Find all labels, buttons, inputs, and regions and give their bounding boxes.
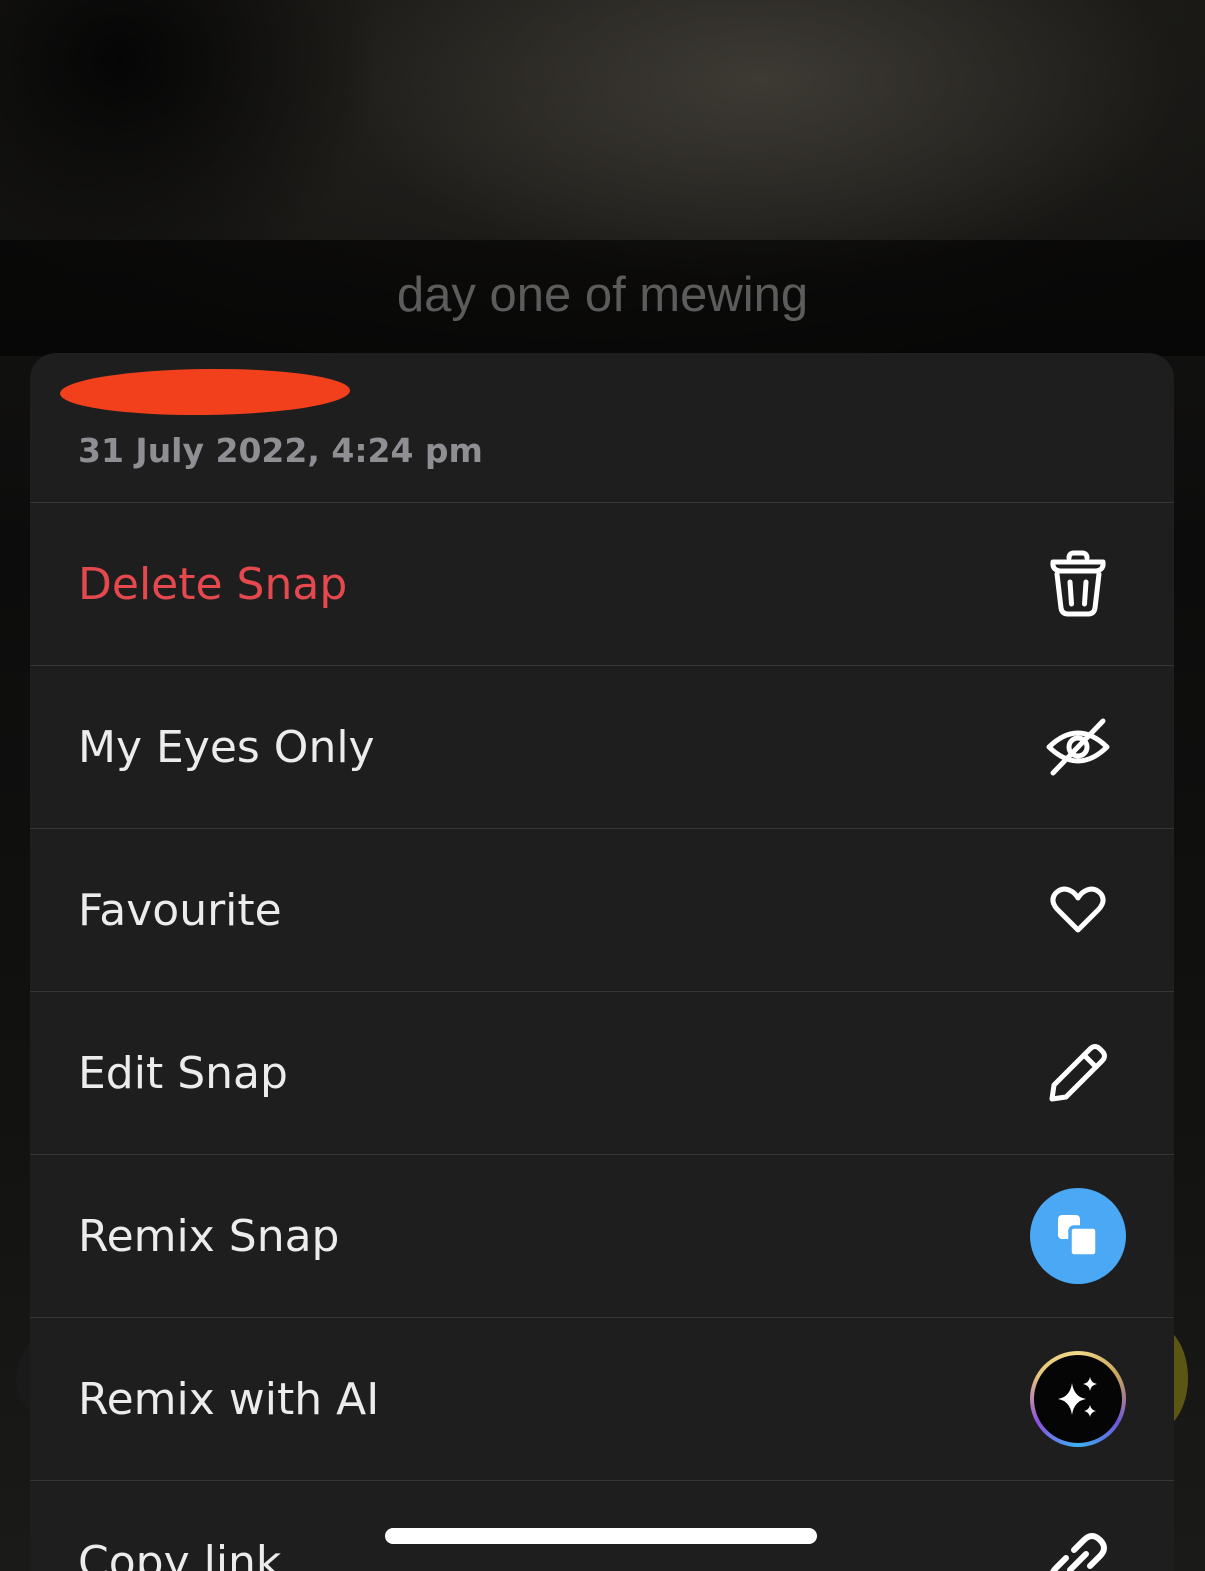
- my-eyes-only-button[interactable]: My Eyes Only: [30, 666, 1174, 829]
- heart-icon: [1030, 862, 1126, 958]
- menu-item-label: Edit Snap: [78, 1047, 288, 1099]
- snap-caption: day one of mewing: [396, 268, 809, 322]
- copy-link-button[interactable]: Copy link: [30, 1481, 1174, 1571]
- snap-viewer: day one of mewing ******** 31 July 2022,…: [0, 0, 1205, 1571]
- menu-item-label: Remix Snap: [78, 1210, 340, 1262]
- remix-snap-button[interactable]: Remix Snap: [30, 1155, 1174, 1318]
- menu-item-label: Copy link: [78, 1536, 282, 1571]
- eye-slash-icon: [1030, 699, 1126, 795]
- remix-badge: [1030, 1188, 1126, 1284]
- trash-icon: [1030, 536, 1126, 632]
- menu-item-label: My Eyes Only: [78, 721, 375, 773]
- menu-item-label: Favourite: [78, 884, 282, 936]
- menu-item-label: Remix with AI: [78, 1373, 380, 1425]
- sheet-header: ******** 31 July 2022, 4:24 pm: [30, 353, 1174, 503]
- favourite-button[interactable]: Favourite: [30, 829, 1174, 992]
- delete-snap-button[interactable]: Delete Snap: [30, 503, 1174, 666]
- menu-item-label: Delete Snap: [78, 558, 348, 610]
- ai-badge: [1030, 1351, 1126, 1447]
- remix-with-ai-button[interactable]: Remix with AI: [30, 1318, 1174, 1481]
- pencil-icon: [1030, 1025, 1126, 1121]
- snap-options-sheet: ******** 31 July 2022, 4:24 pm Delete Sn…: [30, 353, 1174, 1571]
- snap-photo: [0, 0, 1205, 240]
- link-icon: [1030, 1514, 1126, 1571]
- home-indicator: [385, 1528, 817, 1544]
- redaction-mark: [59, 367, 351, 417]
- snap-date: 31 July 2022, 4:24 pm: [78, 431, 483, 470]
- snap-caption-bar: day one of mewing: [0, 240, 1205, 356]
- sparkles-icon: [1030, 1351, 1126, 1447]
- edit-snap-button[interactable]: Edit Snap: [30, 992, 1174, 1155]
- remix-icon: [1030, 1188, 1126, 1284]
